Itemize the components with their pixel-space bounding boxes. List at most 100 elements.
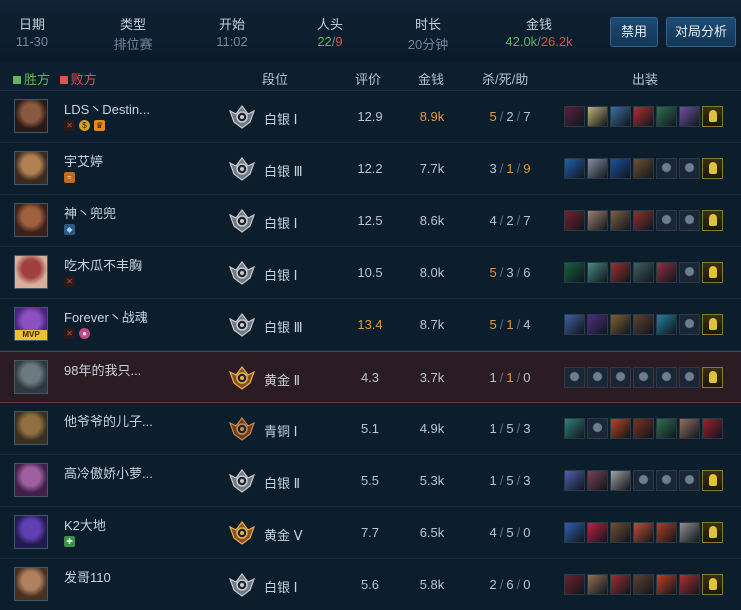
- item-icon[interactable]: [633, 210, 654, 231]
- trinket-icon[interactable]: [702, 210, 723, 231]
- trinket-icon[interactable]: [702, 367, 723, 388]
- item-icon[interactable]: [587, 574, 608, 595]
- item-icon[interactable]: [610, 522, 631, 543]
- empty-slot-icon[interactable]: [564, 367, 585, 388]
- player-name[interactable]: K2大地: [64, 515, 106, 534]
- empty-slot-icon[interactable]: [633, 367, 654, 388]
- trinket-icon[interactable]: [702, 314, 723, 335]
- trinket-icon[interactable]: [702, 522, 723, 543]
- player-row[interactable]: K2大地 ✚ 黄金 Ⅴ 7.7 6.5k 4/5/0: [0, 507, 741, 559]
- empty-slot-icon[interactable]: [679, 367, 700, 388]
- champion-avatar[interactable]: [14, 463, 48, 497]
- item-icon[interactable]: [587, 262, 608, 283]
- item-icon[interactable]: [587, 314, 608, 335]
- item-icon[interactable]: [633, 314, 654, 335]
- item-icon[interactable]: [587, 470, 608, 491]
- item-icon[interactable]: [679, 522, 700, 543]
- player-row[interactable]: 他爷爷的儿子... 青铜 Ⅰ 5.1 4.9k 1/5/3: [0, 403, 741, 455]
- item-icon[interactable]: [610, 314, 631, 335]
- match-analysis-button[interactable]: 对局分析: [666, 17, 736, 47]
- item-icon[interactable]: [564, 158, 585, 179]
- item-icon[interactable]: [587, 522, 608, 543]
- champion-avatar[interactable]: [14, 411, 48, 445]
- item-icon[interactable]: [656, 522, 677, 543]
- empty-slot-icon[interactable]: [587, 367, 608, 388]
- item-icon[interactable]: [656, 262, 677, 283]
- player-name[interactable]: 高冷傲娇小萝...: [64, 463, 153, 482]
- empty-slot-icon[interactable]: [656, 367, 677, 388]
- item-icon[interactable]: [633, 574, 654, 595]
- item-icon[interactable]: [564, 418, 585, 439]
- item-icon[interactable]: [633, 106, 654, 127]
- empty-slot-icon[interactable]: [656, 470, 677, 491]
- ban-button[interactable]: 禁用: [610, 17, 658, 47]
- empty-slot-icon[interactable]: [679, 210, 700, 231]
- item-icon[interactable]: [679, 574, 700, 595]
- trinket-icon[interactable]: [702, 106, 723, 127]
- champion-avatar[interactable]: [14, 255, 48, 289]
- player-row[interactable]: 神丶兜兜 ◆ 白银 Ⅰ 12.5 8.6k 4/2/7: [0, 195, 741, 247]
- empty-slot-icon[interactable]: [679, 158, 700, 179]
- player-name[interactable]: 发哥110: [64, 567, 111, 586]
- champion-avatar[interactable]: MVP: [14, 307, 48, 341]
- item-icon[interactable]: [587, 106, 608, 127]
- player-row[interactable]: 吃木瓜不丰胸 ✕ 白银 Ⅰ 10.5 8.0k 5/3/6: [0, 247, 741, 299]
- item-icon[interactable]: [633, 262, 654, 283]
- champion-avatar[interactable]: [14, 360, 48, 394]
- item-icon[interactable]: [564, 574, 585, 595]
- item-icon[interactable]: [610, 158, 631, 179]
- player-name[interactable]: 98年的我只...: [64, 360, 141, 379]
- player-name[interactable]: 吃木瓜不丰胸: [64, 255, 142, 274]
- player-name[interactable]: Forever丶战魂: [64, 307, 148, 326]
- item-icon[interactable]: [564, 314, 585, 335]
- player-row[interactable]: 发哥110 白银 Ⅰ 5.6 5.8k 2/6/0: [0, 559, 741, 610]
- champion-avatar[interactable]: [14, 203, 48, 237]
- item-icon[interactable]: [702, 418, 723, 439]
- empty-slot-icon[interactable]: [587, 418, 608, 439]
- player-name[interactable]: 神丶兜兜: [64, 203, 116, 222]
- player-name[interactable]: 他爷爷的儿子...: [64, 411, 153, 430]
- item-icon[interactable]: [564, 106, 585, 127]
- trinket-icon[interactable]: [702, 262, 723, 283]
- player-row[interactable]: 高冷傲娇小萝... 白银 Ⅱ 5.5 5.3k 1/5/3: [0, 455, 741, 507]
- item-icon[interactable]: [656, 106, 677, 127]
- item-icon[interactable]: [610, 106, 631, 127]
- item-icon[interactable]: [564, 522, 585, 543]
- trinket-icon[interactable]: [702, 470, 723, 491]
- champion-avatar[interactable]: [14, 99, 48, 133]
- empty-slot-icon[interactable]: [610, 367, 631, 388]
- trinket-icon[interactable]: [702, 158, 723, 179]
- player-row[interactable]: 98年的我只... 黄金 Ⅱ 4.3 3.7k 1/1/0: [0, 351, 741, 403]
- item-icon[interactable]: [610, 262, 631, 283]
- item-icon[interactable]: [564, 262, 585, 283]
- item-icon[interactable]: [633, 522, 654, 543]
- item-icon[interactable]: [633, 418, 654, 439]
- player-row[interactable]: 宇艾婷 ≈ 白银 Ⅲ 12.2 7.7k 3/1/9: [0, 143, 741, 195]
- player-name[interactable]: LDS丶Destin...: [64, 99, 150, 118]
- item-icon[interactable]: [610, 418, 631, 439]
- empty-slot-icon[interactable]: [679, 470, 700, 491]
- player-row[interactable]: LDS丶Destin... ✕ $ ♛ 白银 Ⅰ 12.9 8.9k 5/2/7: [0, 91, 741, 143]
- item-icon[interactable]: [610, 470, 631, 491]
- empty-slot-icon[interactable]: [679, 262, 700, 283]
- empty-slot-icon[interactable]: [633, 470, 654, 491]
- item-icon[interactable]: [656, 314, 677, 335]
- item-icon[interactable]: [587, 158, 608, 179]
- player-name[interactable]: 宇艾婷: [64, 151, 103, 170]
- item-icon[interactable]: [656, 574, 677, 595]
- item-icon[interactable]: [656, 418, 677, 439]
- item-icon[interactable]: [610, 210, 631, 231]
- empty-slot-icon[interactable]: [656, 158, 677, 179]
- item-icon[interactable]: [610, 574, 631, 595]
- champion-avatar[interactable]: [14, 151, 48, 185]
- item-icon[interactable]: [587, 210, 608, 231]
- champion-avatar[interactable]: [14, 515, 48, 549]
- item-icon[interactable]: [679, 106, 700, 127]
- item-icon[interactable]: [564, 470, 585, 491]
- item-icon[interactable]: [679, 418, 700, 439]
- item-icon[interactable]: [564, 210, 585, 231]
- empty-slot-icon[interactable]: [679, 314, 700, 335]
- champion-avatar[interactable]: [14, 567, 48, 601]
- item-icon[interactable]: [633, 158, 654, 179]
- empty-slot-icon[interactable]: [656, 210, 677, 231]
